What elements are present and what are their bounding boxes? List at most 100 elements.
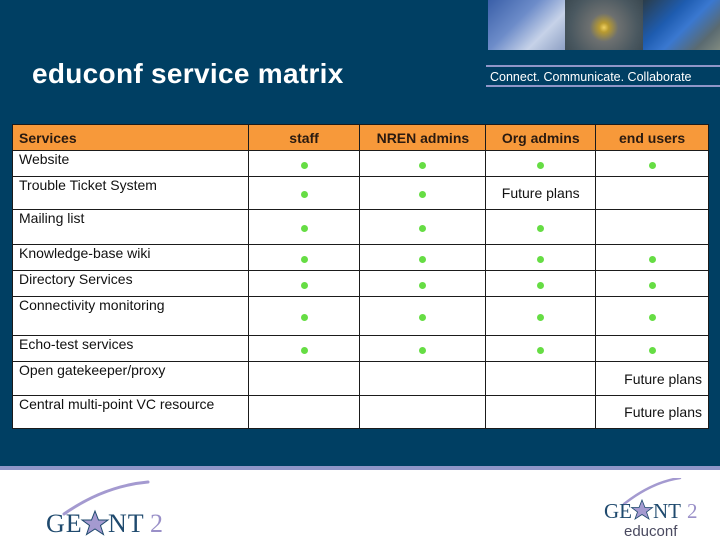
empty-cell [485,361,597,396]
table-row: Open gatekeeper/proxy Future plans [12,361,709,396]
available-dot-icon [300,314,308,321]
available-dot-icon [300,161,308,169]
available-dot-icon [419,346,427,354]
service-matrix-table: Services staff NREN admins Org admins en… [12,124,709,429]
available-dot-icon [419,314,427,321]
header-org-admins: Org admins [485,124,597,151]
empty-cell [247,361,361,396]
availability-cell [247,150,361,177]
available-dot-icon [537,281,545,289]
availability-cell [359,244,487,271]
service-name-cell: Directory Services [12,270,249,297]
tagline: Connect. Communicate. Collaborate [486,65,720,87]
available-dot-icon [300,191,308,198]
svg-text:NT: NT [653,499,681,523]
table-row: Directory Services [12,270,709,297]
slide-title: educonf service matrix [32,58,344,89]
available-dot-icon [537,346,545,354]
available-dot-icon [419,255,427,263]
star-icon [80,509,110,536]
available-dot-icon [300,255,308,263]
available-dot-icon [537,255,545,263]
available-dot-icon [300,346,308,354]
available-dot-icon [419,281,427,289]
availability-cell [247,296,361,336]
service-name-cell: Connectivity monitoring [12,296,249,336]
availability-cell [485,150,597,177]
availability-cell [595,244,709,271]
availability-cell [485,270,597,297]
empty-cell [247,395,361,429]
geant2-logo-left: GE NT 2 [46,480,163,536]
availability-cell [595,296,709,336]
availability-cell [485,296,597,336]
availability-cell [247,244,361,271]
header-nren-admins: NREN admins [359,124,487,151]
available-dot-icon [537,161,545,169]
geant2-educonf-logo: GE NT 2 educonf [604,478,698,540]
table-row: Mailing list [12,209,709,245]
table-row: Central multi-point VC resource Future pl… [12,395,709,429]
table-row: Knowledge-base wiki [12,244,709,271]
available-dot-icon [648,314,656,321]
network-map-photo [642,0,720,50]
table-row: Connectivity monitoring [12,296,709,336]
available-dot-icon [419,191,427,198]
service-name-cell: Trouble Ticket System [12,176,249,210]
available-dot-icon [648,281,656,289]
header-end-users: end users [595,124,709,151]
availability-cell [359,296,487,336]
availability-cell [359,176,487,210]
header-photo-strip [488,0,720,50]
availability-cell [359,270,487,297]
globe-light-photo [565,0,643,50]
availability-cell [359,209,487,245]
star-icon [630,498,654,520]
availability-cell [247,335,361,362]
service-name-cell: Knowledge-base wiki [12,244,249,271]
availability-cell [359,335,487,362]
header-staff: staff [247,124,361,151]
table-row: Echo-test services [12,335,709,362]
availability-cell [485,335,597,362]
service-name-cell: Echo-test services [12,335,249,362]
empty-cell [359,395,487,429]
future-plans-cell: Future plans [485,176,597,210]
table-header-row: Services staff NREN admins Org admins en… [12,124,709,151]
availability-cell [595,270,709,297]
availability-cell [485,209,597,245]
empty-cell [595,209,709,245]
available-dot-icon [648,255,656,263]
svg-text:GE: GE [604,499,632,523]
availability-cell [595,150,709,177]
table-row: Trouble Ticket System Future plans [12,176,709,210]
accent-band [0,466,720,470]
table-row: Website [12,150,709,177]
logo-subtext: educonf [624,523,678,540]
header-services: Services [12,124,249,151]
svg-text:2: 2 [150,509,163,536]
service-name-cell: Website [12,150,249,177]
available-dot-icon [300,281,308,289]
availability-cell [359,150,487,177]
svg-text:2: 2 [687,499,698,523]
future-plans-cell: Future plans [595,361,709,396]
empty-cell [595,176,709,210]
service-name-cell: Open gatekeeper/proxy [12,361,249,396]
empty-cell [359,361,487,396]
svg-text:NT: NT [108,509,145,536]
availability-cell [485,244,597,271]
available-dot-icon [300,225,308,232]
available-dot-icon [648,161,656,169]
eu-flag-photo [488,0,566,50]
availability-cell [247,176,361,210]
available-dot-icon [419,225,427,232]
available-dot-icon [419,161,427,169]
service-name-cell: Mailing list [12,209,249,245]
future-plans-cell: Future plans [595,395,709,429]
empty-cell [485,395,597,429]
available-dot-icon [537,314,545,321]
available-dot-icon [537,225,545,232]
available-dot-icon [648,346,656,354]
availability-cell [247,270,361,297]
